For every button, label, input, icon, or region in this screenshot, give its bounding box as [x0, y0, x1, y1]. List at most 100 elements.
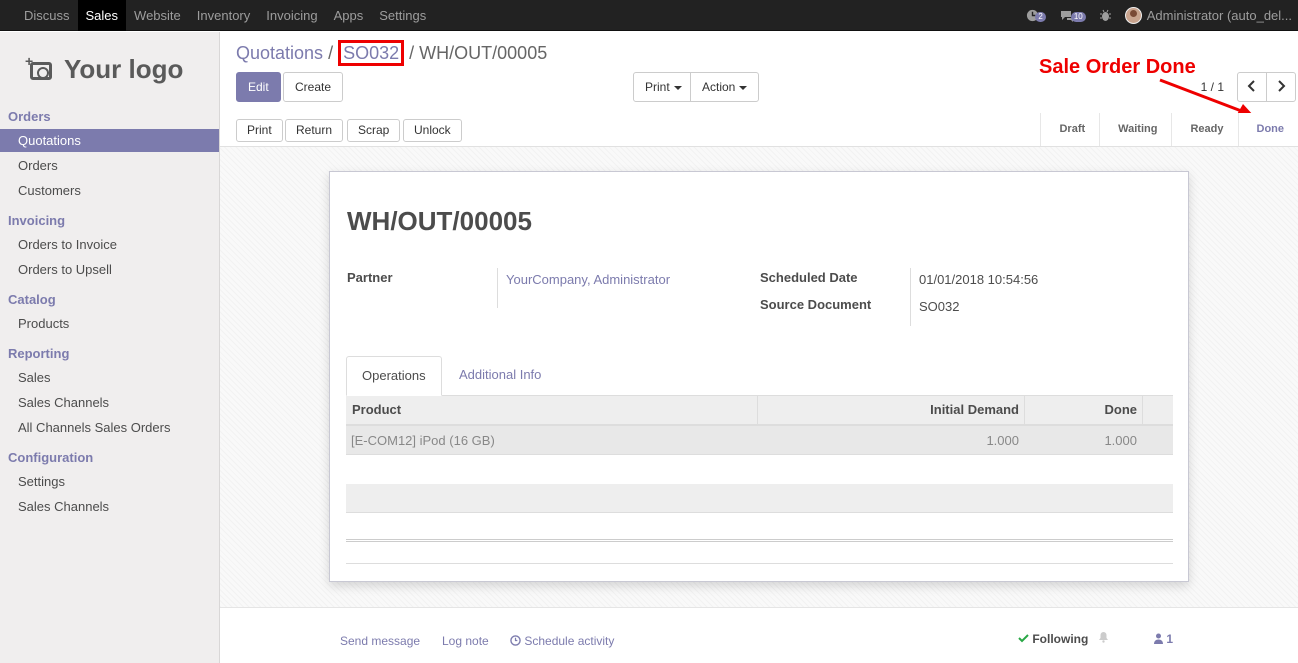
column-initial-demand[interactable]: Initial Demand [757, 396, 1019, 424]
print-dropdown-label: Print [645, 80, 670, 94]
caret-down-icon [739, 85, 748, 90]
sidebar-item-sales-channels[interactable]: Sales Channels [0, 391, 219, 414]
row-product: [E-COM12] iPod (16 GB) [351, 433, 495, 448]
bell-icon [1099, 632, 1108, 643]
check-icon [1018, 634, 1029, 643]
tab-additional-info[interactable]: Additional Info [444, 356, 556, 396]
stage-draft[interactable]: Draft [1040, 113, 1099, 146]
pager-next-button[interactable] [1266, 72, 1296, 102]
sidebar-item-customers[interactable]: Customers [0, 179, 219, 202]
edit-button[interactable]: Edit [236, 72, 281, 102]
table-empty-row [346, 456, 1173, 485]
source-document-value: SO032 [919, 299, 960, 314]
menu-settings[interactable]: Settings [371, 0, 434, 31]
table-empty-row [346, 484, 1173, 513]
stage-done[interactable]: Done [1237, 113, 1298, 146]
bug-icon [1099, 9, 1111, 21]
user-menu[interactable]: Administrator (auto_del... [1147, 8, 1298, 23]
sidebar-item-orders[interactable]: Orders [0, 154, 219, 177]
company-logo[interactable]: + Your logo [25, 53, 184, 84]
menu-discuss[interactable]: Discuss [16, 0, 78, 31]
followers-button[interactable]: 1 [1154, 632, 1173, 646]
create-button[interactable]: Create [283, 72, 344, 102]
chatter: Send message Log note Schedule activity … [220, 607, 1298, 663]
menu-inventory[interactable]: Inventory [189, 0, 258, 31]
schedule-activity-label: Schedule activity [524, 634, 615, 648]
log-note-button[interactable]: Log note [442, 634, 489, 648]
activity-button[interactable]: 2 [1026, 9, 1046, 22]
partner-value[interactable]: YourCompany, Administrator [506, 272, 670, 287]
user-avatar[interactable] [1124, 7, 1142, 24]
stage-ready[interactable]: Ready [1171, 113, 1237, 146]
breadcrumb-current: WH/OUT/00005 [419, 43, 548, 63]
table-header: Product Initial Demand Done [346, 396, 1173, 426]
scrap-button[interactable]: Scrap [347, 119, 401, 142]
tab-operations[interactable]: Operations [346, 356, 442, 396]
row-done: 1.000 [1104, 433, 1137, 448]
debug-button[interactable] [1099, 9, 1111, 22]
table-footer [346, 548, 1173, 564]
row-initial-demand: 1.000 [986, 433, 1019, 448]
table-empty-row [346, 513, 1173, 542]
menu-invoicing[interactable]: Invoicing [258, 0, 325, 31]
sidebar-item-orders-to-invoice[interactable]: Orders to Invoice [0, 233, 219, 256]
menu-website[interactable]: Website [126, 0, 189, 31]
send-message-button[interactable]: Send message [340, 634, 420, 648]
notifications-button[interactable] [1098, 631, 1109, 646]
schedule-activity-button[interactable]: Schedule activity [510, 634, 614, 648]
messages-count-badge: 10 [1070, 11, 1086, 22]
menu-apps[interactable]: Apps [326, 0, 372, 31]
sidebar-item-products[interactable]: Products [0, 312, 219, 335]
stage-waiting[interactable]: Waiting [1099, 113, 1171, 146]
caret-down-icon [673, 85, 682, 90]
source-document-label: Source Document [760, 297, 872, 312]
action-dropdown[interactable]: Action [690, 72, 760, 102]
breadcrumb: Quotations / SO032 / WH/OUT/00005 [236, 40, 548, 66]
scheduled-date-value: 01/01/2018 10:54:56 [919, 272, 1039, 287]
notebook-tabs: Operations Additional Info [346, 356, 1173, 396]
column-extra [1142, 396, 1173, 424]
sidebar-section-reporting: Reporting [8, 346, 70, 361]
top-navbar: Discuss Sales Website Inventory Invoicin… [0, 0, 1298, 31]
scheduled-date-label: Scheduled Date [760, 270, 858, 285]
logo-text: Your logo [64, 53, 184, 84]
sidebar-section-catalog: Catalog [8, 292, 56, 307]
breadcrumb-quotations[interactable]: Quotations [236, 43, 323, 63]
sidebar-item-settings[interactable]: Settings [0, 470, 219, 493]
breadcrumb-so032[interactable]: SO032 [338, 40, 405, 66]
unlock-button[interactable]: Unlock [403, 119, 462, 142]
clock-icon [510, 635, 521, 646]
field-divider [910, 268, 911, 326]
sidebar-item-sales[interactable]: Sales [0, 366, 219, 389]
sidebar-section-invoicing: Invoicing [8, 213, 66, 228]
column-done[interactable]: Done [1024, 396, 1137, 424]
action-dropdown-label: Action [702, 80, 736, 94]
sidebar-section-configuration: Configuration [8, 450, 94, 465]
messages-button[interactable]: 10 [1060, 10, 1086, 22]
sidebar-section-orders: Orders [8, 109, 51, 124]
sidebar-item-all-channels-sales-orders[interactable]: All Channels Sales Orders [0, 416, 219, 439]
record-title: WH/OUT/00005 [347, 206, 532, 236]
sidebar-item-quotations[interactable]: Quotations [0, 129, 219, 152]
form-sheet: WH/OUT/00005 Partner YourCompany, Admini… [329, 171, 1189, 582]
field-divider [497, 268, 498, 308]
stage-bar: Draft Waiting Ready Done [1040, 113, 1298, 146]
following-label: Following [1032, 632, 1089, 646]
app-menu: Discuss Sales Website Inventory Invoicin… [16, 0, 434, 31]
table-row[interactable]: [E-COM12] iPod (16 GB) 1.000 1.000 [346, 426, 1173, 455]
user-icon [1154, 633, 1163, 644]
chevron-right-icon [1278, 80, 1286, 92]
sidebar-item-orders-to-upsell[interactable]: Orders to Upsell [0, 258, 219, 281]
menu-sales[interactable]: Sales [77, 0, 127, 31]
sidebar-item-config-sales-channels[interactable]: Sales Channels [0, 495, 219, 518]
following-button[interactable]: Following [1018, 632, 1088, 646]
print-button[interactable]: Print [236, 119, 283, 142]
status-bar: Print Return Scrap Unlock Draft Waiting … [220, 113, 1298, 147]
activity-count-badge: 2 [1035, 11, 1046, 22]
column-product[interactable]: Product [352, 396, 401, 424]
camera-icon: + [25, 53, 52, 80]
followers-count: 1 [1166, 632, 1174, 646]
partner-label: Partner [347, 270, 393, 285]
print-dropdown[interactable]: Print [633, 72, 694, 102]
return-button[interactable]: Return [285, 119, 344, 142]
